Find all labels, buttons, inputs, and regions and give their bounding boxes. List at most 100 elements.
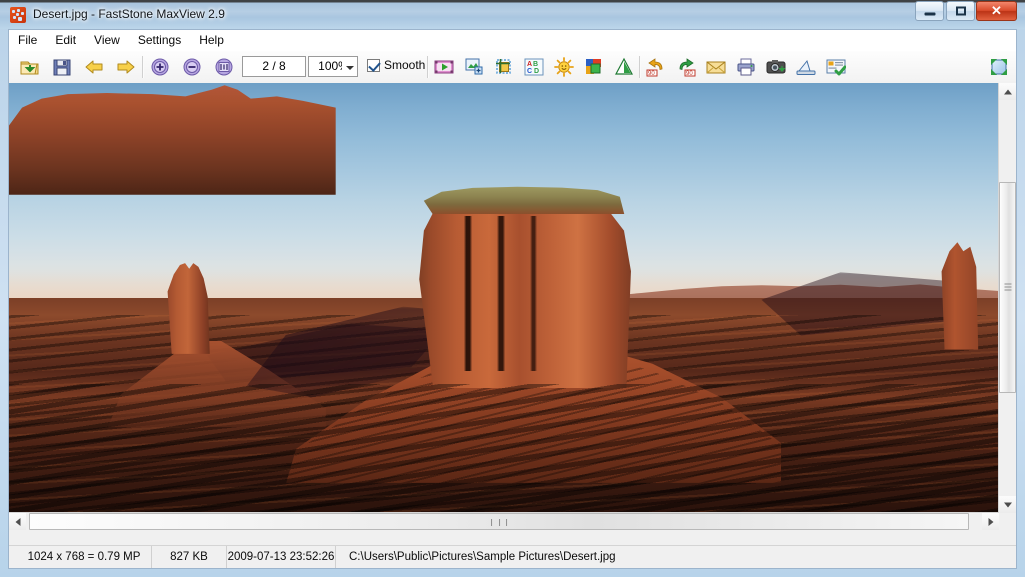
print-button[interactable] <box>733 54 759 80</box>
minimize-button[interactable] <box>915 1 944 21</box>
crop-button[interactable] <box>491 54 517 80</box>
toolbar-separator <box>427 56 429 78</box>
status-filesize: 827 KB <box>152 546 227 568</box>
desert-image <box>9 83 999 513</box>
svg-text:D: D <box>534 68 539 75</box>
status-filepath: C:\Users\Public\Pictures\Sample Pictures… <box>349 551 616 563</box>
open-folder-icon <box>20 61 39 75</box>
faststone-icon <box>10 7 26 23</box>
capture-button[interactable] <box>763 54 789 80</box>
scroll-down-button[interactable] <box>999 496 1016 513</box>
toolbar-separator <box>639 56 641 78</box>
vertical-scroll-thumb[interactable] <box>999 181 1016 393</box>
maximize-icon <box>955 6 966 16</box>
rotate-left-icon: 90 <box>646 58 663 77</box>
levels-triangle-icon <box>615 57 633 75</box>
zoom-in-button[interactable] <box>147 54 173 80</box>
rotate-right-icon: 90 <box>679 58 696 77</box>
close-button[interactable]: ✕ <box>976 1 1017 21</box>
fullscreen-button[interactable] <box>986 54 1012 80</box>
floppy-save-icon <box>53 59 71 76</box>
toolbar-separator <box>142 56 144 78</box>
sun-brightness-icon <box>554 57 574 77</box>
rotate-right-button[interactable]: 90 <box>673 54 699 80</box>
resize-image-icon <box>465 58 483 75</box>
scroll-grip-icon <box>490 513 508 531</box>
horizontal-scrollbar[interactable] <box>9 512 999 530</box>
status-datetime: 2009-07-13 23:52:26 <box>227 546 336 568</box>
properties-check-icon <box>826 59 846 76</box>
scroll-up-button[interactable] <box>999 83 1016 100</box>
text-abc-icon: A B C D <box>524 58 544 76</box>
text-button[interactable]: A B C D <box>521 54 547 80</box>
title-bar[interactable]: Desert.jpg - FastStone MaxView 2.9 ✕ <box>0 0 1025 29</box>
crop-icon <box>496 59 511 74</box>
resize-button[interactable] <box>461 54 487 80</box>
next-image-button[interactable] <box>113 54 139 80</box>
menu-item-edit[interactable]: Edit <box>46 30 85 51</box>
chevron-down-icon[interactable] <box>342 56 358 77</box>
scanner-icon <box>796 59 816 75</box>
arrow-left-icon <box>15 517 20 526</box>
sharpen-button[interactable] <box>611 54 637 80</box>
scrollbar-corner <box>999 513 1016 530</box>
envelope-icon <box>706 61 726 74</box>
actual-size-icon <box>215 58 233 76</box>
camera-capture-icon <box>766 60 786 74</box>
toolbar: 2 / 8 100% Smooth A B C D 90 90 <box>9 51 1016 84</box>
zoom-in-icon <box>151 58 169 76</box>
rotate-left-button[interactable]: 90 <box>643 54 669 80</box>
svg-text:90: 90 <box>686 71 693 77</box>
main-butte-fissures <box>444 216 564 372</box>
arrow-right-icon <box>117 60 135 74</box>
menu-bar: File Edit View Settings Help <box>9 30 1016 52</box>
horizontal-scroll-thumb[interactable] <box>28 513 970 531</box>
svg-text:A: A <box>527 61 532 68</box>
application-window: Desert.jpg - FastStone MaxView 2.9 ✕ Fil… <box>0 0 1025 577</box>
svg-text:C: C <box>527 68 532 75</box>
menu-item-settings[interactable]: Settings <box>129 30 190 51</box>
scan-button[interactable] <box>793 54 819 80</box>
smooth-label: Smooth <box>384 58 426 72</box>
svg-text:90: 90 <box>648 71 655 77</box>
right-mesa <box>9 85 336 195</box>
colors-button[interactable] <box>581 54 607 80</box>
scroll-grip-icon <box>1004 282 1011 293</box>
color-adjust-icon <box>586 59 601 74</box>
brightness-button[interactable] <box>551 54 577 80</box>
window-title: Desert.jpg - FastStone MaxView 2.9 <box>33 7 225 21</box>
previous-image-button[interactable] <box>81 54 107 80</box>
minimize-icon <box>924 12 935 16</box>
save-button[interactable] <box>49 54 75 80</box>
image-canvas[interactable] <box>9 83 999 513</box>
arrow-down-icon <box>1003 502 1012 507</box>
email-button[interactable] <box>703 54 729 80</box>
slideshow-button[interactable] <box>431 54 457 80</box>
close-icon: ✕ <box>991 3 1002 18</box>
menu-item-help[interactable]: Help <box>190 30 233 51</box>
menu-item-view[interactable]: View <box>85 30 129 51</box>
actual-size-button[interactable] <box>211 54 237 80</box>
page-counter-field[interactable]: 2 / 8 <box>242 56 306 77</box>
foreground-texture <box>9 384 999 513</box>
properties-button[interactable] <box>823 54 849 80</box>
zoom-out-icon <box>183 58 201 76</box>
smooth-checkbox[interactable] <box>367 59 380 72</box>
arrow-left-icon <box>85 60 103 74</box>
zoom-out-button[interactable] <box>179 54 205 80</box>
arrow-up-icon <box>1003 89 1012 94</box>
open-button[interactable] <box>17 54 43 80</box>
svg-text:B: B <box>533 61 538 68</box>
scroll-right-button[interactable] <box>982 513 999 530</box>
vertical-scrollbar[interactable] <box>998 83 1016 513</box>
printer-icon <box>737 58 755 76</box>
slideshow-film-icon <box>434 60 454 74</box>
image-viewport[interactable] <box>9 83 1016 530</box>
status-bar: 1024 x 768 = 0.79 MP 827 KB 2009-07-13 2… <box>9 545 1016 568</box>
maximize-button[interactable] <box>946 1 975 21</box>
menu-item-file[interactable]: File <box>9 30 46 51</box>
arrow-right-icon <box>988 517 993 526</box>
status-dimensions: 1024 x 768 = 0.79 MP <box>17 546 152 568</box>
scroll-left-button[interactable] <box>9 513 26 530</box>
fullscreen-expand-icon <box>991 59 1007 75</box>
